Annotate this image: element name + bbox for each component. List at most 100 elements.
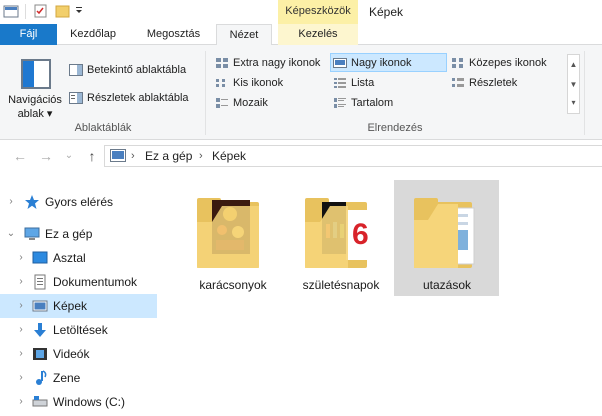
computer-icon — [24, 227, 40, 240]
tree-item-documents[interactable]: › Dokumentumok — [0, 270, 157, 294]
chevron-up-icon[interactable]: ▲ — [568, 55, 579, 75]
chevron-right-icon[interactable]: › — [16, 366, 26, 390]
tree-item-this-pc[interactable]: ⌄ Ez a gép — [0, 222, 157, 246]
preview-pane-label: Betekintő ablaktábla — [87, 64, 187, 76]
preview-pane-icon — [69, 64, 83, 76]
chevron-right-icon[interactable]: › — [16, 342, 26, 366]
ribbon-tabs: Fájl Kezdőlap Megosztás Nézet Kezelés — [0, 24, 602, 46]
back-arrow-icon[interactable]: ← — [10, 146, 30, 166]
chevron-right-icon[interactable]: › — [16, 318, 26, 342]
small-icons-icon — [216, 79, 225, 87]
layout-medium-icons[interactable]: Közepes ikonok — [449, 54, 564, 73]
number-six-graphic: 6 — [352, 218, 369, 251]
layout-small-icons[interactable]: Kis ikonok — [213, 74, 323, 93]
new-folder-icon[interactable] — [55, 4, 71, 18]
gallery-more-icon[interactable]: ▾ — [568, 95, 579, 113]
pictures-icon — [32, 300, 48, 312]
details-pane-button[interactable]: Részletek ablaktábla — [67, 89, 189, 108]
folder-item[interactable]: 6 születésnapok — [288, 180, 394, 296]
chevron-down-icon[interactable]: ▼ — [568, 75, 579, 95]
tab-share[interactable]: Megosztás — [135, 24, 212, 45]
tree-item-downloads[interactable]: › Letöltések — [0, 318, 157, 342]
navigation-pane-button[interactable]: Navigációs ablak ▾ — [4, 53, 66, 123]
medium-icons-icon — [452, 58, 463, 68]
forward-arrow-icon[interactable]: → — [36, 146, 56, 166]
downloads-icon — [34, 323, 46, 337]
layout-group-label: Elrendezés — [367, 122, 423, 134]
tree-item-pictures[interactable]: › Képek — [0, 294, 157, 318]
preview-pane-button[interactable]: Betekintő ablaktábla — [67, 61, 186, 80]
list-icon — [334, 78, 346, 88]
panes-group-label: Ablaktáblák — [74, 122, 132, 134]
tree-item-label: Ez a gép — [45, 227, 93, 241]
tree-item-music[interactable]: › Zene — [0, 366, 157, 390]
folder-birthday-icon: 6 — [305, 198, 369, 268]
tiles-icon — [216, 98, 228, 108]
layout-tiles-label: Mozaik — [233, 97, 268, 109]
tab-home[interactable]: Kezdőlap — [57, 24, 129, 45]
folder-christmas-icon — [197, 198, 259, 268]
tab-view[interactable]: Nézet — [216, 24, 272, 46]
chevron-down-icon[interactable]: ⌄ — [6, 222, 16, 246]
star-icon — [25, 195, 39, 209]
videos-icon — [33, 348, 47, 360]
tree-item-windows-drive[interactable]: › Windows (C:) — [0, 390, 157, 414]
breadcrumb-separator[interactable]: › — [199, 146, 203, 166]
large-icons-icon — [333, 58, 347, 68]
tree-item-videos[interactable]: › Videók — [0, 342, 157, 366]
tree-item-label: Képek — [53, 299, 88, 313]
up-arrow-icon[interactable]: ↑ — [82, 146, 102, 166]
context-tab-header: Képeszközök — [278, 0, 358, 24]
tree-item-label: Zene — [53, 371, 81, 385]
layout-large-label: Nagy ikonok — [351, 57, 412, 69]
breadcrumb-this-pc[interactable]: Ez a gép — [145, 146, 192, 166]
tree-item-label: Asztal — [53, 251, 86, 265]
breadcrumb-pictures[interactable]: Képek — [212, 146, 246, 166]
layout-gallery-scroll[interactable]: ▲ ▼ ▾ — [567, 54, 580, 114]
tree-item-label: Windows (C:) — [53, 395, 126, 409]
navigation-pane: › Gyors elérés ⌄ Ez a gép › Asztal › Dok… — [0, 180, 157, 416]
desktop-icon — [32, 251, 48, 264]
window-icon — [3, 5, 19, 18]
folder-item[interactable]: karácsonyok — [180, 180, 286, 296]
layout-extra-large-label: Extra nagy ikonok — [233, 57, 321, 69]
navigation-bar: ← → ⌄ ↑ › Ez a gép › Képek — [0, 140, 602, 172]
layout-details[interactable]: Részletek — [449, 74, 559, 93]
extra-large-icons-icon — [216, 58, 228, 68]
ribbon: Navigációs ablak ▾ Betekintő ablaktábla R… — [0, 45, 602, 140]
chevron-right-icon[interactable]: › — [16, 246, 26, 270]
customize-toolbar-icon[interactable] — [74, 4, 84, 18]
details-pane-label: Részletek ablaktábla — [87, 92, 189, 104]
music-icon — [36, 370, 47, 385]
layout-large-icons[interactable]: Nagy ikonok — [330, 53, 447, 72]
chevron-right-icon[interactable]: › — [16, 294, 26, 318]
tree-item-label: Letöltések — [53, 323, 108, 337]
folder-name: utazások — [422, 278, 472, 292]
tab-file[interactable]: Fájl — [0, 24, 57, 45]
chevron-right-icon[interactable]: › — [6, 190, 16, 214]
navigation-pane-label: Navigációs ablak ▾ — [8, 94, 62, 120]
tree-item-label: Gyors elérés — [45, 195, 114, 209]
address-bar[interactable]: › Ez a gép › Képek — [104, 145, 602, 167]
properties-icon[interactable] — [33, 4, 49, 18]
layout-small-label: Kis ikonok — [233, 77, 284, 89]
layout-extra-large-icons[interactable]: Extra nagy ikonok — [213, 54, 328, 73]
layout-details-label: Részletek — [469, 77, 518, 89]
content-icon — [334, 98, 346, 108]
layout-tiles[interactable]: Mozaik — [213, 94, 323, 113]
tab-manage[interactable]: Kezelés — [278, 24, 358, 45]
chevron-right-icon[interactable]: › — [16, 390, 26, 414]
recent-locations-icon[interactable]: ⌄ — [62, 146, 76, 166]
folder-name: karácsonyok — [199, 278, 267, 292]
layout-medium-label: Közepes ikonok — [469, 57, 547, 69]
tree-item-desktop[interactable]: › Asztal — [0, 246, 157, 270]
layout-content[interactable]: Tartalom — [331, 94, 441, 113]
breadcrumb-separator[interactable]: › — [131, 146, 135, 166]
layout-list[interactable]: Lista — [331, 74, 441, 93]
tree-item-quick-access[interactable]: › Gyors elérés — [0, 190, 157, 214]
folder-item-selected[interactable]: utazások — [394, 180, 499, 296]
folder-name: születésnapok — [302, 278, 380, 292]
chevron-right-icon[interactable]: › — [16, 270, 26, 294]
layout-list-label: Lista — [351, 77, 375, 89]
file-view: karácsonyok 6 születésnapok utazások — [160, 172, 602, 416]
